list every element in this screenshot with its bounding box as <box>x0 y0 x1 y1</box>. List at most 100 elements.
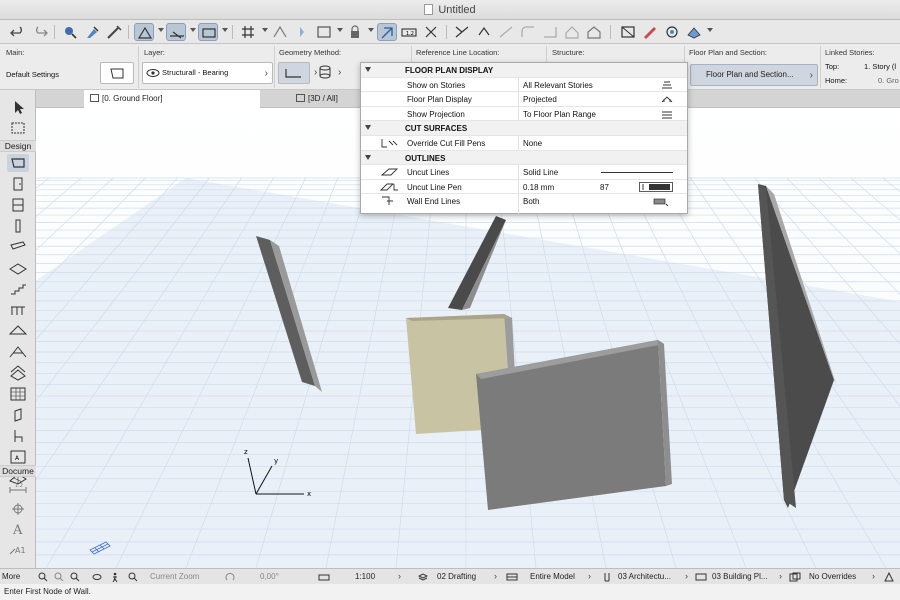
fillet-icon[interactable] <box>518 23 538 41</box>
layer-combination-value[interactable]: 02 Drafting <box>437 572 476 581</box>
model-view-value[interactable]: Entire Model <box>530 572 575 581</box>
split-icon[interactable] <box>452 23 472 41</box>
section-outlines[interactable]: OUTLINES <box>361 150 687 166</box>
geometry-straight-button[interactable] <box>278 62 310 84</box>
chevron-right-icon[interactable]: › <box>398 571 401 581</box>
zoom-in-icon[interactable] <box>54 572 64 582</box>
snap-points-icon[interactable] <box>270 23 290 41</box>
row-value[interactable]: To Floor Plan Range <box>523 110 596 119</box>
roof-tool-icon[interactable] <box>7 322 29 340</box>
scale-icon[interactable] <box>318 572 330 582</box>
row-floor-plan-display[interactable]: Floor Plan Display Projected <box>361 92 687 107</box>
morph-tool-icon[interactable] <box>7 364 29 382</box>
tab-ground-floor[interactable]: [0. Ground Floor] <box>84 90 260 108</box>
chevron-right-icon[interactable]: › <box>872 571 875 581</box>
collapse-triangle-icon[interactable] <box>365 67 371 72</box>
renovation-icon[interactable] <box>884 572 894 582</box>
column-tool-icon[interactable] <box>7 217 29 235</box>
mark-up-icon[interactable] <box>377 23 397 41</box>
section-floor-plan-display[interactable]: FLOOR PLAN DISPLAY <box>361 63 687 78</box>
arrow-tool-icon[interactable] <box>7 98 29 116</box>
walk-icon[interactable] <box>110 572 120 582</box>
home-icon[interactable] <box>584 23 604 41</box>
row-show-projection[interactable]: Show Projection To Floor Plan Range <box>361 107 687 122</box>
cross-icon[interactable] <box>421 23 441 41</box>
measure-icon[interactable]: 1.2 <box>399 23 419 41</box>
angle-value[interactable]: 0,00° <box>260 572 279 581</box>
row-value[interactable]: All Relevant Stories <box>523 81 593 90</box>
lock-icon[interactable] <box>345 23 365 41</box>
row-value[interactable]: Projected <box>523 95 557 104</box>
text-tool-icon[interactable]: A <box>7 520 29 538</box>
pen-swatch[interactable] <box>639 181 673 192</box>
rotation-icon[interactable] <box>225 572 235 582</box>
top-story-select[interactable]: 1. Story (l <box>864 62 896 71</box>
object-tool-icon[interactable] <box>7 406 29 424</box>
snap-guides-icon[interactable] <box>166 23 186 41</box>
current-zoom[interactable]: Current Zoom <box>150 572 199 581</box>
render-icon[interactable] <box>662 23 682 41</box>
label-tool-icon[interactable]: A1 <box>7 540 29 558</box>
collapse-triangle-icon[interactable] <box>365 125 371 131</box>
resize-icon[interactable] <box>540 23 560 41</box>
eyedropper-icon[interactable] <box>82 23 102 41</box>
element-shape-button[interactable] <box>100 62 134 84</box>
zone-tool-icon[interactable]: A <box>7 448 29 466</box>
grid-snap-icon[interactable] <box>238 23 258 41</box>
intersect-icon[interactable] <box>496 23 516 41</box>
marquee-tool-icon[interactable] <box>7 119 29 137</box>
layer-combination-icon[interactable] <box>418 572 428 582</box>
fit-window-icon[interactable] <box>70 572 80 582</box>
row-show-on-stories[interactable]: Show on Stories All Relevant Stories <box>361 78 687 93</box>
dimension-tool-icon[interactable]: 1.2 <box>7 480 29 498</box>
find-select-icon[interactable] <box>60 23 80 41</box>
section-cut-surfaces[interactable]: CUT SURFACES <box>361 121 687 136</box>
hotlink-icon[interactable] <box>618 23 638 41</box>
pen-set-icon[interactable] <box>602 572 612 582</box>
railing-tool-icon[interactable] <box>7 301 29 319</box>
beam-tool-icon[interactable] <box>7 238 29 256</box>
chevron-right-icon[interactable]: › <box>588 571 591 581</box>
shell-tool-icon[interactable] <box>7 343 29 361</box>
curtain-wall-tool-icon[interactable] <box>7 385 29 403</box>
slab-tool-icon[interactable] <box>7 259 29 277</box>
dimension-style-icon[interactable] <box>695 572 707 582</box>
stair-tool-icon[interactable] <box>7 280 29 298</box>
orbit-icon[interactable] <box>92 572 102 582</box>
pen-number[interactable]: 87 <box>600 183 609 192</box>
chevron-right-icon[interactable]: › <box>779 571 782 581</box>
document-section-header[interactable]: Docume <box>0 465 36 477</box>
adjust-icon[interactable] <box>474 23 494 41</box>
undo-icon[interactable] <box>8 23 28 41</box>
gravity-icon[interactable] <box>198 23 218 41</box>
model-view-icon[interactable] <box>506 572 518 582</box>
3d-explore-icon[interactable] <box>684 23 704 41</box>
zoom-out-icon[interactable] <box>38 572 48 582</box>
graphic-override-icon[interactable] <box>789 572 801 582</box>
suspend-groups-icon[interactable] <box>292 23 312 41</box>
chevron-right-icon[interactable]: › <box>685 571 688 581</box>
row-uncut-lines[interactable]: Uncut Lines Solid Line <box>361 165 687 180</box>
syringe-icon[interactable] <box>104 23 124 41</box>
zoom-icon[interactable] <box>128 572 138 582</box>
guide-lines-icon[interactable] <box>134 23 154 41</box>
roof-trim-icon[interactable] <box>562 23 582 41</box>
graphic-override-value[interactable]: No Overrides <box>809 572 856 581</box>
layer-combo-icon[interactable] <box>314 23 334 41</box>
window-tool-icon[interactable] <box>7 196 29 214</box>
wall-tool-icon[interactable] <box>7 154 29 172</box>
geometry-polygon-button[interactable] <box>314 62 336 84</box>
row-value[interactable]: 0.18 mm <box>523 183 554 192</box>
row-value[interactable]: None <box>523 139 542 148</box>
row-value[interactable]: Both <box>523 197 539 206</box>
scale-value[interactable]: 1:100 <box>355 572 375 581</box>
row-override-cut-fill-pens[interactable]: Override Cut Fill Pens None <box>361 136 687 151</box>
layer-select[interactable]: Structurall - Bearing › <box>142 62 273 84</box>
floor-plan-section-button[interactable]: Floor Plan and Section... › <box>690 64 818 86</box>
level-dimension-tool-icon[interactable] <box>7 500 29 518</box>
design-section-header[interactable]: Design <box>0 140 36 152</box>
dimension-style-value[interactable]: 03 Building Pl... <box>712 572 768 581</box>
pen-set-value[interactable]: 03 Architectu... <box>618 572 671 581</box>
chair-tool-icon[interactable] <box>7 427 29 445</box>
collapse-triangle-icon[interactable] <box>365 154 371 160</box>
